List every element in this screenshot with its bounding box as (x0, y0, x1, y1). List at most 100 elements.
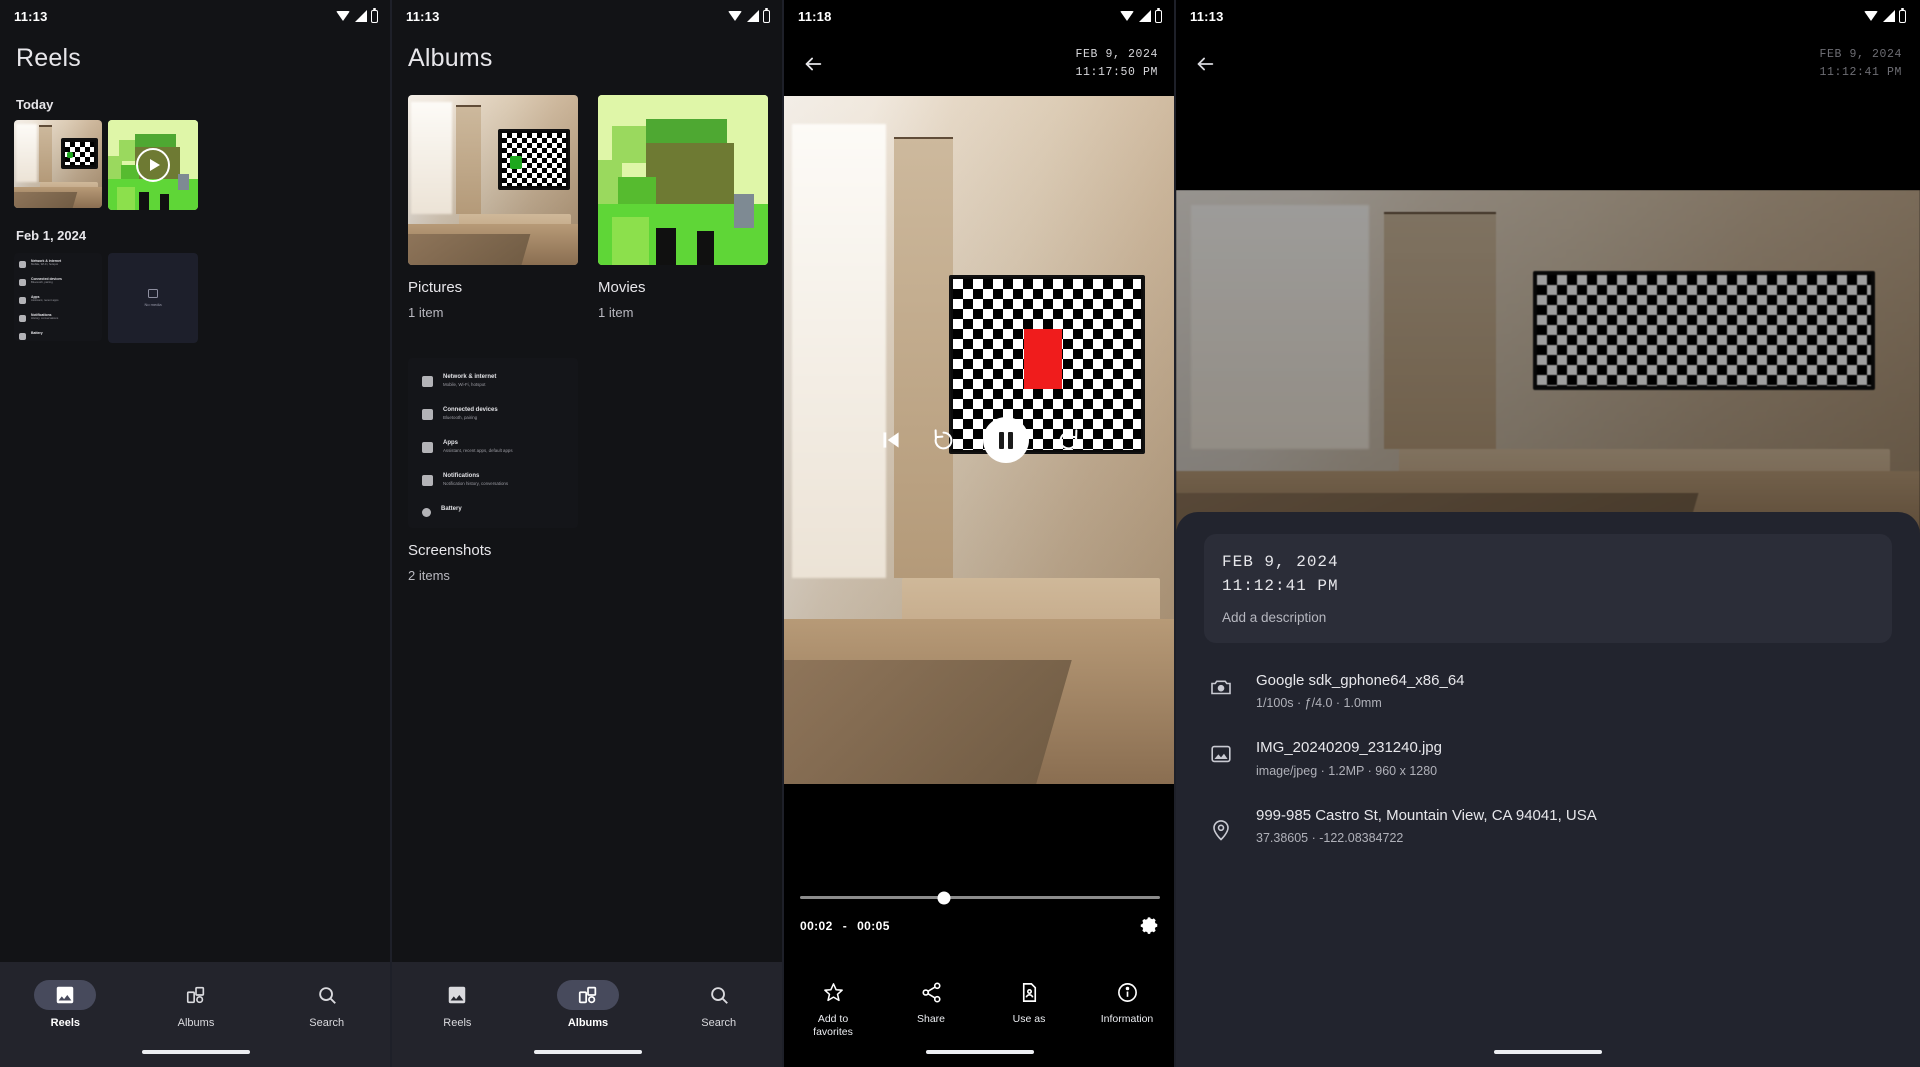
ss-row-sub: Mobile, Wi-Fi, hotspot (443, 381, 486, 387)
current-time: 00:02 (800, 919, 833, 933)
action-share[interactable]: Share (882, 981, 980, 1039)
info-row-file[interactable]: IMG_20240209_231240.jpg image/jpeg · 1.2… (1204, 738, 1892, 778)
album-count: 2 items (408, 568, 450, 583)
back-arrow-icon[interactable] (1194, 53, 1216, 75)
nav-label-reels: Reels (50, 1016, 81, 1029)
action-information[interactable]: Information (1078, 981, 1176, 1039)
green-video-art (598, 95, 768, 265)
nav-item-reels[interactable]: Reels (392, 972, 523, 1029)
nav-item-search[interactable]: Search (261, 972, 392, 1029)
album-name: Movies (598, 279, 646, 296)
album-card-pictures[interactable]: Pictures 1 item (408, 95, 578, 320)
details-photo[interactable] (1176, 190, 1920, 560)
status-bar: 11:18 (784, 0, 1176, 32)
ss-row-title: Apps (443, 440, 458, 446)
album-card-movies[interactable]: Movies 1 item (598, 95, 768, 320)
description-card[interactable]: FEB 9, 2024 11:12:41 PM Add a descriptio… (1204, 534, 1892, 643)
info-title: IMG_20240209_231240.jpg (1256, 739, 1442, 757)
bottom-navigation: Reels Albums Search (392, 962, 784, 1067)
seek-bar[interactable] (800, 891, 1160, 904)
green-video-thumb[interactable] (108, 120, 198, 210)
skip-previous-icon[interactable] (878, 427, 904, 453)
info-row-location[interactable]: 999-985 Castro St, Mountain View, CA 940… (1204, 806, 1892, 845)
panel-reels: 11:13 Reels Today Feb 1, 2024 Network & … (0, 0, 392, 1067)
action-use-as[interactable]: Use as (980, 981, 1078, 1039)
player-timestamp: FEB 9, 2024 11:17:50 PM (1075, 46, 1158, 82)
details-header: FEB 9, 2024 11:12:41 PM (1176, 32, 1920, 96)
duration: 00:05 (857, 919, 890, 933)
player-date: FEB 9, 2024 (1075, 48, 1158, 62)
album-card-screenshots[interactable]: Network & internet Mobile, Wi-Fi, hotspot… (408, 358, 578, 583)
time-separator: - (842, 919, 848, 933)
nav-pill-search (688, 980, 750, 1010)
nav-label-reels: Reels (443, 1016, 472, 1029)
pause-icon[interactable] (983, 417, 1029, 463)
reels-older-row: Network & internet Mobile, Wi-Fi, hotspot… (0, 253, 392, 343)
ss-row-sub: Notification history, conversations (443, 480, 509, 486)
album-thumb-movies (598, 95, 768, 265)
home-indicator[interactable] (926, 1050, 1034, 1054)
camera-icon (1211, 680, 1231, 695)
player-time: 11:17:50 PM (1075, 66, 1158, 79)
nav-item-search[interactable]: Search (653, 972, 784, 1029)
play-overlay (108, 120, 198, 210)
ss-row-title: Notifications (443, 473, 480, 479)
gear-icon[interactable] (1138, 915, 1160, 937)
forward-10-icon[interactable] (1055, 427, 1082, 454)
signal-icon (1139, 10, 1151, 22)
albums-grid: Pictures 1 item Movies 1 item (392, 73, 784, 320)
album-count: 1 item (598, 305, 634, 320)
action-add-to-favorites[interactable]: Add to favorites (784, 981, 882, 1039)
battery-icon (371, 7, 378, 23)
nav-item-reels[interactable]: Reels (0, 972, 131, 1029)
settings-screenshot-art: Network & internet Mobile, Wi-Fi, hotspot… (408, 358, 578, 528)
nav-label-search: Search (309, 1016, 345, 1029)
battery-icon (1155, 7, 1162, 23)
location-pin-icon (1213, 819, 1229, 841)
home-indicator[interactable] (142, 1050, 250, 1054)
wifi-icon (1120, 10, 1135, 22)
play-icon[interactable] (136, 148, 170, 182)
ss-row-title: Connected devices (443, 407, 498, 413)
signal-icon (355, 10, 367, 22)
nav-item-albums[interactable]: Albums (523, 972, 654, 1029)
wifi-icon (728, 10, 743, 22)
image-icon-wrap (1208, 738, 1234, 766)
info-sub: image/jpeg · 1.2MP · 960 x 1280 (1256, 763, 1438, 778)
info-title: Google sdk_gphone64_x86_64 (1256, 672, 1465, 689)
video-surface[interactable] (784, 96, 1176, 784)
info-row-camera[interactable]: Google sdk_gphone64_x86_64 1/100s · ƒ/4.… (1204, 671, 1892, 710)
use-as-icon (1022, 982, 1036, 1002)
back-arrow-icon[interactable] (802, 53, 824, 75)
home-indicator[interactable] (534, 1050, 642, 1054)
home-indicator[interactable] (1494, 1050, 1602, 1054)
info-title: 999-985 Castro St, Mountain View, CA 940… (1256, 806, 1597, 824)
settings-screenshot-thumb[interactable]: Network & internet Mobile, Wi-Fi, hotspot… (14, 253, 102, 341)
room-photo-thumb[interactable] (14, 120, 102, 208)
player-actions: Add to favorites Share Use as Information (784, 981, 1176, 1039)
replay-10-icon[interactable] (930, 427, 957, 454)
settings-screenshot-art: Network & internet Mobile, Wi-Fi, hotspot… (14, 253, 102, 341)
nav-pill-albums (165, 980, 227, 1010)
nav-item-albums[interactable]: Albums (131, 972, 262, 1029)
battery-icon (1899, 7, 1906, 23)
status-clock: 11:13 (14, 8, 48, 24)
search-icon (318, 986, 336, 1004)
panel-albums: 11:13 Albums Pictures 1 item Movies 1 it… (392, 0, 784, 1067)
star-icon (823, 982, 843, 1001)
note-screenshot-thumb[interactable]: No media (108, 253, 198, 343)
location-icon-wrap (1208, 806, 1234, 842)
info-bottom-sheet: FEB 9, 2024 11:12:41 PM Add a descriptio… (1176, 512, 1920, 1067)
details-photo-art (1176, 190, 1920, 560)
screenshot-strip: 11:13 Reels Today Feb 1, 2024 Network & … (0, 0, 1920, 1067)
details-header-date: FEB 9, 2024 (1819, 48, 1902, 62)
room-photo-art (408, 95, 578, 265)
action-label: Add to favorites (813, 1012, 853, 1038)
reels-today-row (0, 120, 392, 210)
seek-knob[interactable] (937, 891, 951, 904)
status-clock: 11:13 (1190, 8, 1224, 24)
info-icon (1117, 982, 1137, 1002)
status-icons (1864, 7, 1906, 23)
description-input[interactable]: Add a description (1222, 610, 1874, 625)
panel-photo-details: 11:13 FEB 9, 2024 11:12:41 PM FEB 9, 202… (1176, 0, 1920, 1067)
